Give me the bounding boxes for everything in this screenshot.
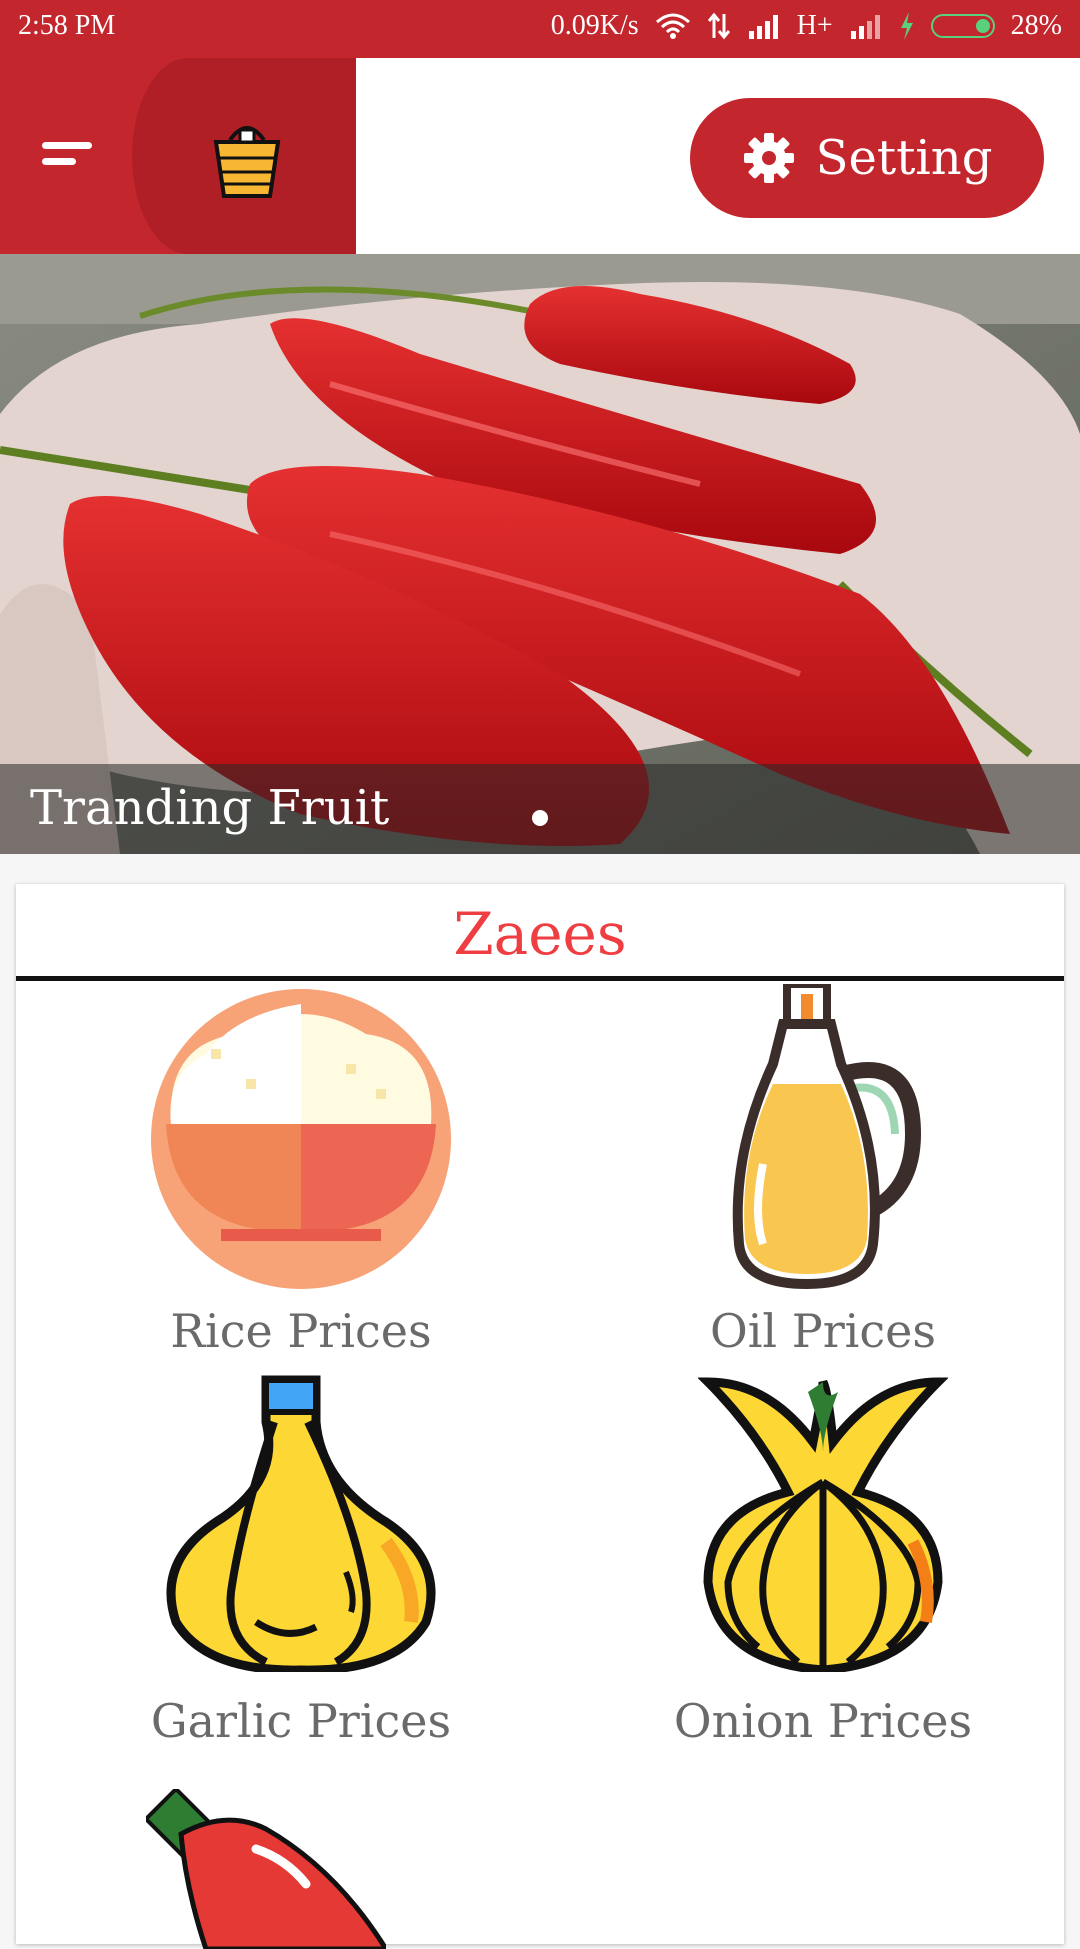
title-divider [16, 976, 1064, 981]
oil-bottle-icon [732, 984, 922, 1290]
onion-prices-tile[interactable]: Onion Prices [613, 1372, 1033, 1752]
app-bar: Setting [0, 58, 1080, 254]
network-type: H+ [796, 10, 833, 41]
carousel-indicator[interactable] [532, 810, 548, 826]
battery-icon [930, 14, 995, 38]
net-speed: 0.09K/s [550, 10, 639, 41]
status-time: 2:58 PM [18, 10, 116, 41]
status-bar: 2:58 PM 0.09K/s H+ 28% [0, 0, 1080, 58]
setting-button[interactable]: Setting [690, 98, 1044, 218]
chili-pepper-icon [146, 1789, 386, 1949]
chili-prices-tile[interactable] [91, 1789, 511, 1949]
basket-logo-icon [213, 126, 281, 198]
signal-weak-icon [850, 15, 880, 39]
data-transfer-icon [707, 12, 730, 40]
wifi-icon [655, 13, 690, 39]
trending-banner[interactable]: Tranding Fruit [0, 254, 1080, 854]
onion-icon [698, 1377, 948, 1672]
rice-prices-label: Rice Prices [170, 1304, 432, 1358]
setting-label: Setting [815, 130, 993, 186]
signal-icon [748, 15, 778, 39]
oil-prices-label: Oil Prices [709, 1304, 936, 1358]
rice-prices-tile[interactable]: Rice Prices [91, 984, 511, 1364]
status-icons: 0.09K/s H+ 28% [551, 10, 1062, 42]
charging-icon [900, 12, 913, 40]
garlic-icon [166, 1375, 436, 1672]
garlic-prices-tile[interactable]: Garlic Prices [91, 1372, 511, 1752]
battery-level: 28% [1010, 10, 1062, 41]
menu-button[interactable] [28, 120, 108, 190]
rice-bowl-icon [151, 989, 451, 1289]
category-card: Zaees Rice Prices Oil Prices Garlic Pric… [16, 884, 1064, 1949]
oil-prices-tile[interactable]: Oil Prices [613, 984, 1033, 1364]
banner-caption: Tranding Fruit [30, 780, 390, 836]
card-title: Zaees [453, 900, 627, 968]
garlic-prices-label: Garlic Prices [150, 1694, 452, 1748]
menu-icon [42, 142, 92, 149]
menu-icon-line [42, 158, 76, 165]
onion-prices-label: Onion Prices [673, 1694, 973, 1748]
gear-icon [743, 133, 794, 183]
